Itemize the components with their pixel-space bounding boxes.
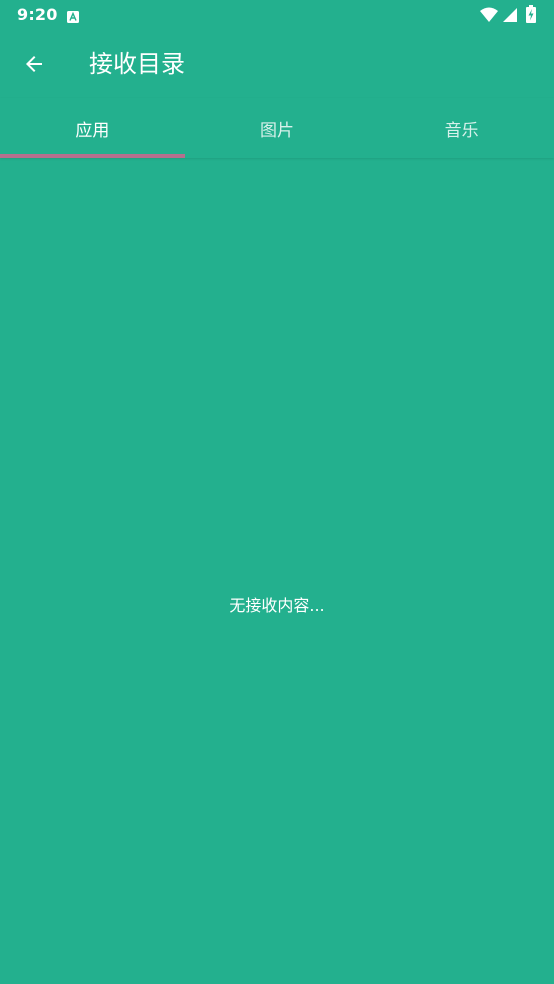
tab-bar: 应用 图片 音乐 [0, 98, 554, 158]
status-bar: 9:20 [0, 0, 554, 30]
app-bar: 接收目录 [0, 30, 554, 98]
tab-label: 音乐 [444, 120, 479, 141]
content-area: 无接收内容... [0, 158, 554, 984]
screen: 9:20 接收目录 应用 图片 音乐 无接收内容... [0, 0, 554, 984]
tab-images[interactable]: 图片 [185, 98, 370, 158]
a-letter-icon [67, 8, 79, 23]
tab-label: 应用 [75, 120, 110, 141]
signal-icon [503, 7, 517, 22]
tab-music[interactable]: 音乐 [369, 98, 554, 158]
battery-charging-icon [526, 5, 536, 23]
tab-apps[interactable]: 应用 [0, 98, 185, 158]
wifi-icon [480, 7, 498, 22]
back-button[interactable] [14, 44, 54, 84]
tab-label: 图片 [260, 120, 294, 141]
page-title: 接收目录 [89, 50, 185, 78]
arrow-left-icon [26, 56, 42, 72]
status-time: 9:20 [17, 5, 58, 24]
empty-message: 无接收内容... [229, 596, 325, 615]
